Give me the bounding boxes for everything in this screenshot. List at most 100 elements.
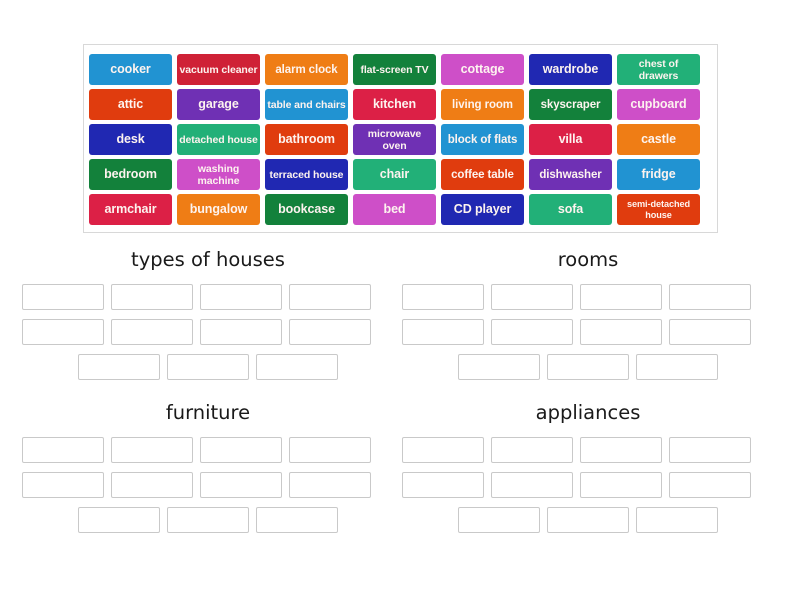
drop-slot[interactable] [78,507,160,533]
drop-slot[interactable] [547,354,629,380]
drop-slot[interactable] [289,319,371,345]
drop-slot[interactable] [22,437,104,463]
drop-slot[interactable] [78,354,160,380]
word-tile[interactable]: CD player [441,194,524,225]
drop-slot[interactable] [111,437,193,463]
word-tile[interactable]: cupboard [617,89,700,120]
category-title: rooms [557,248,619,271]
word-tile[interactable]: kitchen [353,89,436,120]
drop-slot[interactable] [200,437,282,463]
word-tile[interactable]: chair [353,159,436,190]
drop-slot-row [402,319,774,345]
drop-slot[interactable] [111,284,193,310]
drop-slot[interactable] [256,507,338,533]
word-tile-row: desk detached house bathroom microwave oven… [89,124,712,155]
word-tile[interactable]: skyscraper [529,89,612,120]
drop-slot[interactable] [22,319,104,345]
drop-slot[interactable] [111,472,193,498]
drop-slot[interactable] [289,472,371,498]
word-tile[interactable]: block of flats [441,124,524,155]
drop-slot[interactable] [669,472,751,498]
word-tile[interactable]: villa [529,124,612,155]
word-tile[interactable]: sofa [529,194,612,225]
drop-slot[interactable] [491,437,573,463]
word-tile[interactable]: living room [441,89,524,120]
category-title: furniture [165,401,251,424]
drop-slot[interactable] [256,354,338,380]
category-panel-types-of-houses: types of houses [22,248,394,398]
word-tile[interactable]: desk [89,124,172,155]
drop-slot[interactable] [111,319,193,345]
word-tile[interactable]: bathroom [265,124,348,155]
word-tile[interactable]: bedroom [89,159,172,190]
drop-slot[interactable] [22,472,104,498]
drop-slot[interactable] [458,507,540,533]
category-title: appliances [535,401,641,424]
drop-slot[interactable] [200,319,282,345]
drop-slot[interactable] [167,507,249,533]
drop-slot-row [22,507,394,533]
drop-slot[interactable] [402,472,484,498]
drop-slot-row [22,437,394,463]
word-tile[interactable]: semi-detached house [617,194,700,225]
word-tile[interactable]: washing machine [177,159,260,190]
word-tile[interactable]: terraced house [265,159,348,190]
category-title: types of houses [131,248,285,271]
drop-slot[interactable] [636,354,718,380]
drop-slot[interactable] [22,284,104,310]
word-tile[interactable]: dishwasher [529,159,612,190]
word-tile[interactable]: armchair [89,194,172,225]
drop-slot-row [402,472,774,498]
drop-slot[interactable] [167,354,249,380]
drop-slot[interactable] [402,284,484,310]
word-tile[interactable]: chest of drawers [617,54,700,85]
drop-slot[interactable] [289,284,371,310]
drop-slot[interactable] [669,284,751,310]
drop-slot[interactable] [200,284,282,310]
drop-slot[interactable] [402,437,484,463]
category-panel-furniture: furniture [22,401,394,551]
drop-slot[interactable] [669,437,751,463]
drop-slot-row [402,437,774,463]
word-tile[interactable]: table and chairs [265,89,348,120]
drop-slot[interactable] [580,472,662,498]
drop-slot-row [402,354,774,380]
drop-zone-group [402,284,774,380]
word-tile-row: cooker vacuum cleaner alarm clock flat-scre… [89,54,712,85]
drop-slot[interactable] [200,472,282,498]
word-tile-row: attic garage table and chairs kitchen living… [89,89,712,120]
word-tile[interactable]: fridge [617,159,700,190]
word-tile[interactable]: garage [177,89,260,120]
drop-slot[interactable] [547,507,629,533]
word-tile[interactable]: flat-screen TV [353,54,436,85]
word-bank: cooker vacuum cleaner alarm clock flat-scre… [83,44,718,233]
drop-slot-row [402,284,774,310]
word-tile[interactable]: detached house [177,124,260,155]
drop-zone-group [402,437,774,533]
word-tile[interactable]: alarm clock [265,54,348,85]
drop-slot[interactable] [636,507,718,533]
word-tile[interactable]: cooker [89,54,172,85]
word-tile[interactable]: cottage [441,54,524,85]
word-tile[interactable]: bookcase [265,194,348,225]
drop-zone-group [22,284,394,380]
drop-slot[interactable] [580,319,662,345]
word-tile[interactable]: castle [617,124,700,155]
drop-slot[interactable] [580,284,662,310]
word-tile[interactable]: coffee table [441,159,524,190]
drop-slot[interactable] [491,472,573,498]
word-tile[interactable]: bed [353,194,436,225]
word-tile[interactable]: wardrobe [529,54,612,85]
word-tile[interactable]: vacuum cleaner [177,54,260,85]
word-tile[interactable]: microwave oven [353,124,436,155]
drop-slot[interactable] [458,354,540,380]
drop-slot[interactable] [491,319,573,345]
drop-slot[interactable] [289,437,371,463]
drop-slot[interactable] [669,319,751,345]
drop-zone-group [22,437,394,533]
drop-slot[interactable] [491,284,573,310]
word-tile[interactable]: attic [89,89,172,120]
word-tile[interactable]: bungalow [177,194,260,225]
drop-slot[interactable] [402,319,484,345]
drop-slot[interactable] [580,437,662,463]
